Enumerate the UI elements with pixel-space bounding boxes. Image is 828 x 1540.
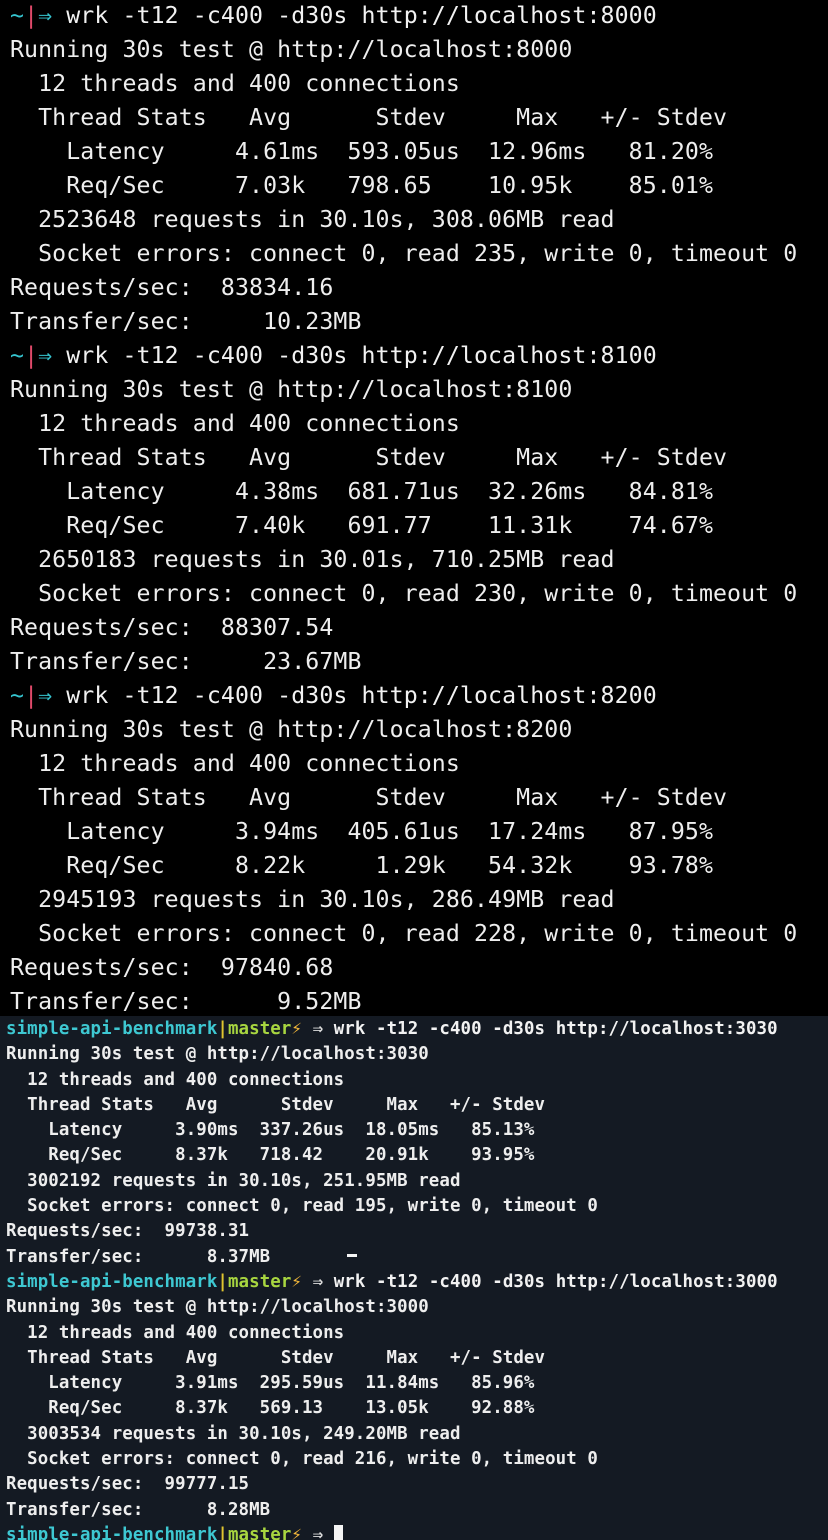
output-line: Transfer/sec: 8.37MB (6, 1246, 271, 1267)
prompt-line: simple-api-benchmark|master⚡ ⇒ wrk -t12 … (0, 1017, 828, 1042)
lightning-icon: ⚡ (291, 1019, 302, 1039)
git-branch: master (227, 1271, 292, 1292)
cursor-marker (347, 1254, 357, 1257)
command-text: wrk -t12 -c400 -d30s http://localhost:30… (333, 1019, 778, 1039)
output-line: 3003534 requests in 30.10s, 249.20MB rea… (6, 1423, 461, 1444)
output-line: Requests/sec: 83834.16 (10, 274, 334, 301)
prompt-directory: simple-api-benchmark (6, 1271, 218, 1292)
output-line: Transfer/sec: 9.52MB (10, 988, 362, 1014)
prompt-directory: simple-api-benchmark (6, 1019, 218, 1039)
output-line: Thread Stats Avg Stdev Max +/- Stdev (10, 444, 728, 471)
text-cursor (333, 1524, 343, 1540)
output-line: Transfer/sec: 10.23MB (10, 308, 362, 335)
output-line: Req/Sec 7.03k 798.65 10.95k 85.01% (10, 172, 714, 199)
output-line: Latency 4.38ms 681.71us 32.26ms 84.81% (10, 478, 714, 505)
lightning-icon: ⚡ (291, 1524, 302, 1540)
output-line: Running 30s test @ http://localhost:3030 (6, 1044, 429, 1065)
output-line: Running 30s test @ http://localhost:8100 (10, 376, 573, 403)
prompt-bar: | (24, 342, 39, 369)
output-line: Socket errors: connect 0, read 230, writ… (10, 580, 798, 607)
terminal-pane-bottom[interactable]: simple-api-benchmark|master⚡ ⇒ wrk -t12 … (0, 1016, 828, 1540)
prompt-arrow-icon: ⇒ (38, 682, 53, 709)
output-line: Running 30s test @ http://localhost:8200 (10, 716, 573, 743)
output-line: Latency 3.91ms 295.59us 11.84ms 85.96% (6, 1373, 535, 1394)
prompt-line: ~|⇒ wrk -t12 -c400 -d30s http://localhos… (0, 0, 828, 33)
prompt-tilde: ~ (10, 2, 25, 29)
prompt-separator: | (217, 1019, 228, 1039)
output-line: 12 threads and 400 connections (6, 1322, 345, 1343)
git-branch: master (227, 1019, 292, 1039)
output-line: 12 threads and 400 connections (10, 70, 460, 97)
prompt-arrow-icon: ⇒ (312, 1019, 324, 1039)
output-line: 12 threads and 400 connections (6, 1069, 345, 1090)
output-line: Running 30s test @ http://localhost:3000 (6, 1297, 429, 1318)
output-line: Transfer/sec: 8.28MB (6, 1499, 271, 1520)
output-line: Requests/sec: 99738.31 (6, 1221, 250, 1242)
terminal-pane-top[interactable]: ~|⇒ wrk -t12 -c400 -d30s http://localhos… (0, 0, 828, 1014)
prompt-line: ~|⇒ wrk -t12 -c400 -d30s http://localhos… (0, 679, 828, 713)
prompt-arrow-icon: ⇒ (312, 1524, 324, 1540)
output-line: Req/Sec 8.37k 569.13 13.05k 92.88% (6, 1398, 535, 1419)
output-line: Thread Stats Avg Stdev Max +/- Stdev (10, 104, 728, 131)
prompt-tilde: ~ (10, 342, 25, 369)
output-line: 2945193 requests in 30.10s, 286.49MB rea… (10, 886, 615, 913)
output-line: Socket errors: connect 0, read 195, writ… (6, 1196, 598, 1217)
output-line: Requests/sec: 97840.68 (10, 954, 334, 981)
prompt-separator: | (217, 1524, 228, 1540)
output-line: Running 30s test @ http://localhost:8000 (10, 36, 573, 63)
command-text: wrk -t12 -c400 -d30s http://localhost:30… (333, 1271, 778, 1292)
prompt-arrow-icon: ⇒ (312, 1271, 324, 1292)
output-line: Latency 3.90ms 337.26us 18.05ms 85.13% (6, 1120, 535, 1141)
prompt-line: simple-api-benchmark|master⚡ ⇒ wrk -t12 … (0, 1270, 828, 1295)
prompt-line: ~|⇒ wrk -t12 -c400 -d30s http://localhos… (0, 339, 828, 373)
output-line: Latency 4.61ms 593.05us 12.96ms 81.20% (10, 138, 714, 165)
output-line: Socket errors: connect 0, read 235, writ… (10, 240, 798, 267)
output-line: Latency 3.94ms 405.61us 17.24ms 87.95% (10, 818, 714, 845)
output-line: Thread Stats Avg Stdev Max +/- Stdev (10, 784, 728, 811)
output-line: 3002192 requests in 30.10s, 251.95MB rea… (6, 1170, 461, 1191)
command-text: wrk -t12 -c400 -d30s http://localhost:80… (66, 2, 657, 29)
prompt-arrow-icon: ⇒ (38, 2, 53, 29)
output-line: Requests/sec: 99777.15 (6, 1474, 250, 1495)
output-line: 12 threads and 400 connections (10, 750, 460, 777)
output-line: Thread Stats Avg Stdev Max +/- Stdev (6, 1347, 546, 1368)
prompt-tilde: ~ (10, 682, 25, 709)
output-line: Requests/sec: 88307.54 (10, 614, 334, 641)
command-text: wrk -t12 -c400 -d30s http://localhost:81… (66, 342, 657, 369)
prompt-directory: simple-api-benchmark (6, 1524, 218, 1540)
prompt-arrow-icon: ⇒ (38, 342, 53, 369)
output-line: 12 threads and 400 connections (10, 410, 460, 437)
output-line: 2650183 requests in 30.01s, 710.25MB rea… (10, 546, 615, 573)
output-line: Req/Sec 8.37k 718.42 20.91k 93.95% (6, 1145, 535, 1166)
prompt-bar: | (24, 682, 39, 709)
output-line: Thread Stats Avg Stdev Max +/- Stdev (6, 1094, 546, 1115)
prompt-separator: | (217, 1271, 228, 1292)
git-branch: master (227, 1524, 292, 1540)
output-line: Transfer/sec: 23.67MB (10, 648, 362, 675)
prompt-line-current[interactable]: simple-api-benchmark|master⚡ ⇒ (0, 1523, 828, 1540)
output-line: 2523648 requests in 30.10s, 308.06MB rea… (10, 206, 615, 233)
command-text: wrk -t12 -c400 -d30s http://localhost:82… (66, 682, 657, 709)
output-line: Socket errors: connect 0, read 216, writ… (6, 1449, 598, 1470)
output-line: Req/Sec 7.40k 691.77 11.31k 74.67% (10, 512, 714, 539)
output-line: Socket errors: connect 0, read 228, writ… (10, 920, 798, 947)
output-line: Req/Sec 8.22k 1.29k 54.32k 93.78% (10, 852, 714, 879)
prompt-bar: | (24, 2, 39, 29)
lightning-icon: ⚡ (291, 1271, 302, 1292)
